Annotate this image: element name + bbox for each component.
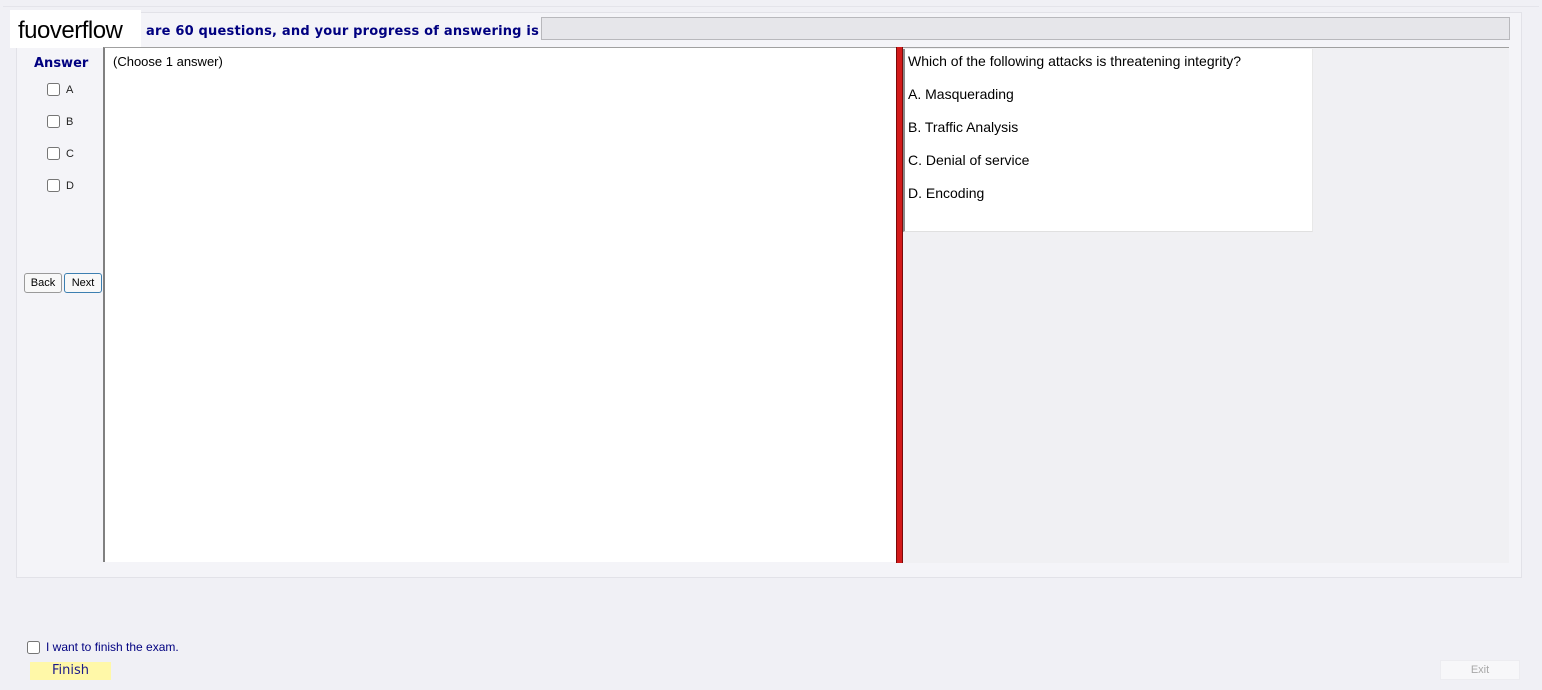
answer-option-b[interactable]: B (47, 115, 73, 128)
answer-option-label: A (66, 83, 74, 96)
choose-hint: (Choose 1 answer) (113, 54, 223, 69)
answer-option-a[interactable]: A (47, 83, 73, 96)
question-pane: Which of the following attacks is threat… (903, 47, 1509, 563)
question-box: Which of the following attacks is threat… (903, 49, 1313, 232)
question-choice-c: C. Denial of service (908, 152, 1030, 168)
answer-option-label: D (66, 179, 74, 192)
question-choice-d: D. Encoding (908, 185, 985, 201)
answer-option-label: B (66, 115, 74, 128)
finish-exam-checkbox-row[interactable]: I want to finish the exam. (27, 640, 179, 654)
answer-checkbox-d[interactable] (47, 179, 60, 192)
progress-bar (541, 17, 1510, 40)
progress-label: are 60 questions, and your progress of a… (146, 24, 540, 39)
answer-checkbox-a[interactable] (47, 83, 60, 96)
finish-exam-checkbox[interactable] (27, 640, 40, 654)
back-button[interactable]: Back (24, 273, 62, 293)
question-text: Which of the following attacks is threat… (908, 53, 1242, 69)
answer-option-label: C (66, 147, 74, 160)
answer-checkbox-c[interactable] (47, 147, 60, 160)
next-button[interactable]: Next (64, 273, 102, 293)
logo: fuoverflow (10, 10, 141, 48)
answer-content-pane: (Choose 1 answer) (103, 47, 897, 562)
answer-option-d[interactable]: D (47, 179, 74, 192)
question-choice-a: A. Masquerading (908, 86, 1014, 102)
answer-checkbox-b[interactable] (47, 115, 60, 128)
question-choice-b: B. Traffic Analysis (908, 119, 1019, 135)
answer-option-c[interactable]: C (47, 147, 74, 160)
answer-title: Answer (34, 56, 89, 71)
finish-button[interactable]: Finish (30, 662, 111, 680)
finish-exam-label: I want to finish the exam. (46, 640, 179, 654)
pane-splitter[interactable] (896, 47, 903, 563)
exit-button[interactable]: Exit (1440, 660, 1520, 680)
